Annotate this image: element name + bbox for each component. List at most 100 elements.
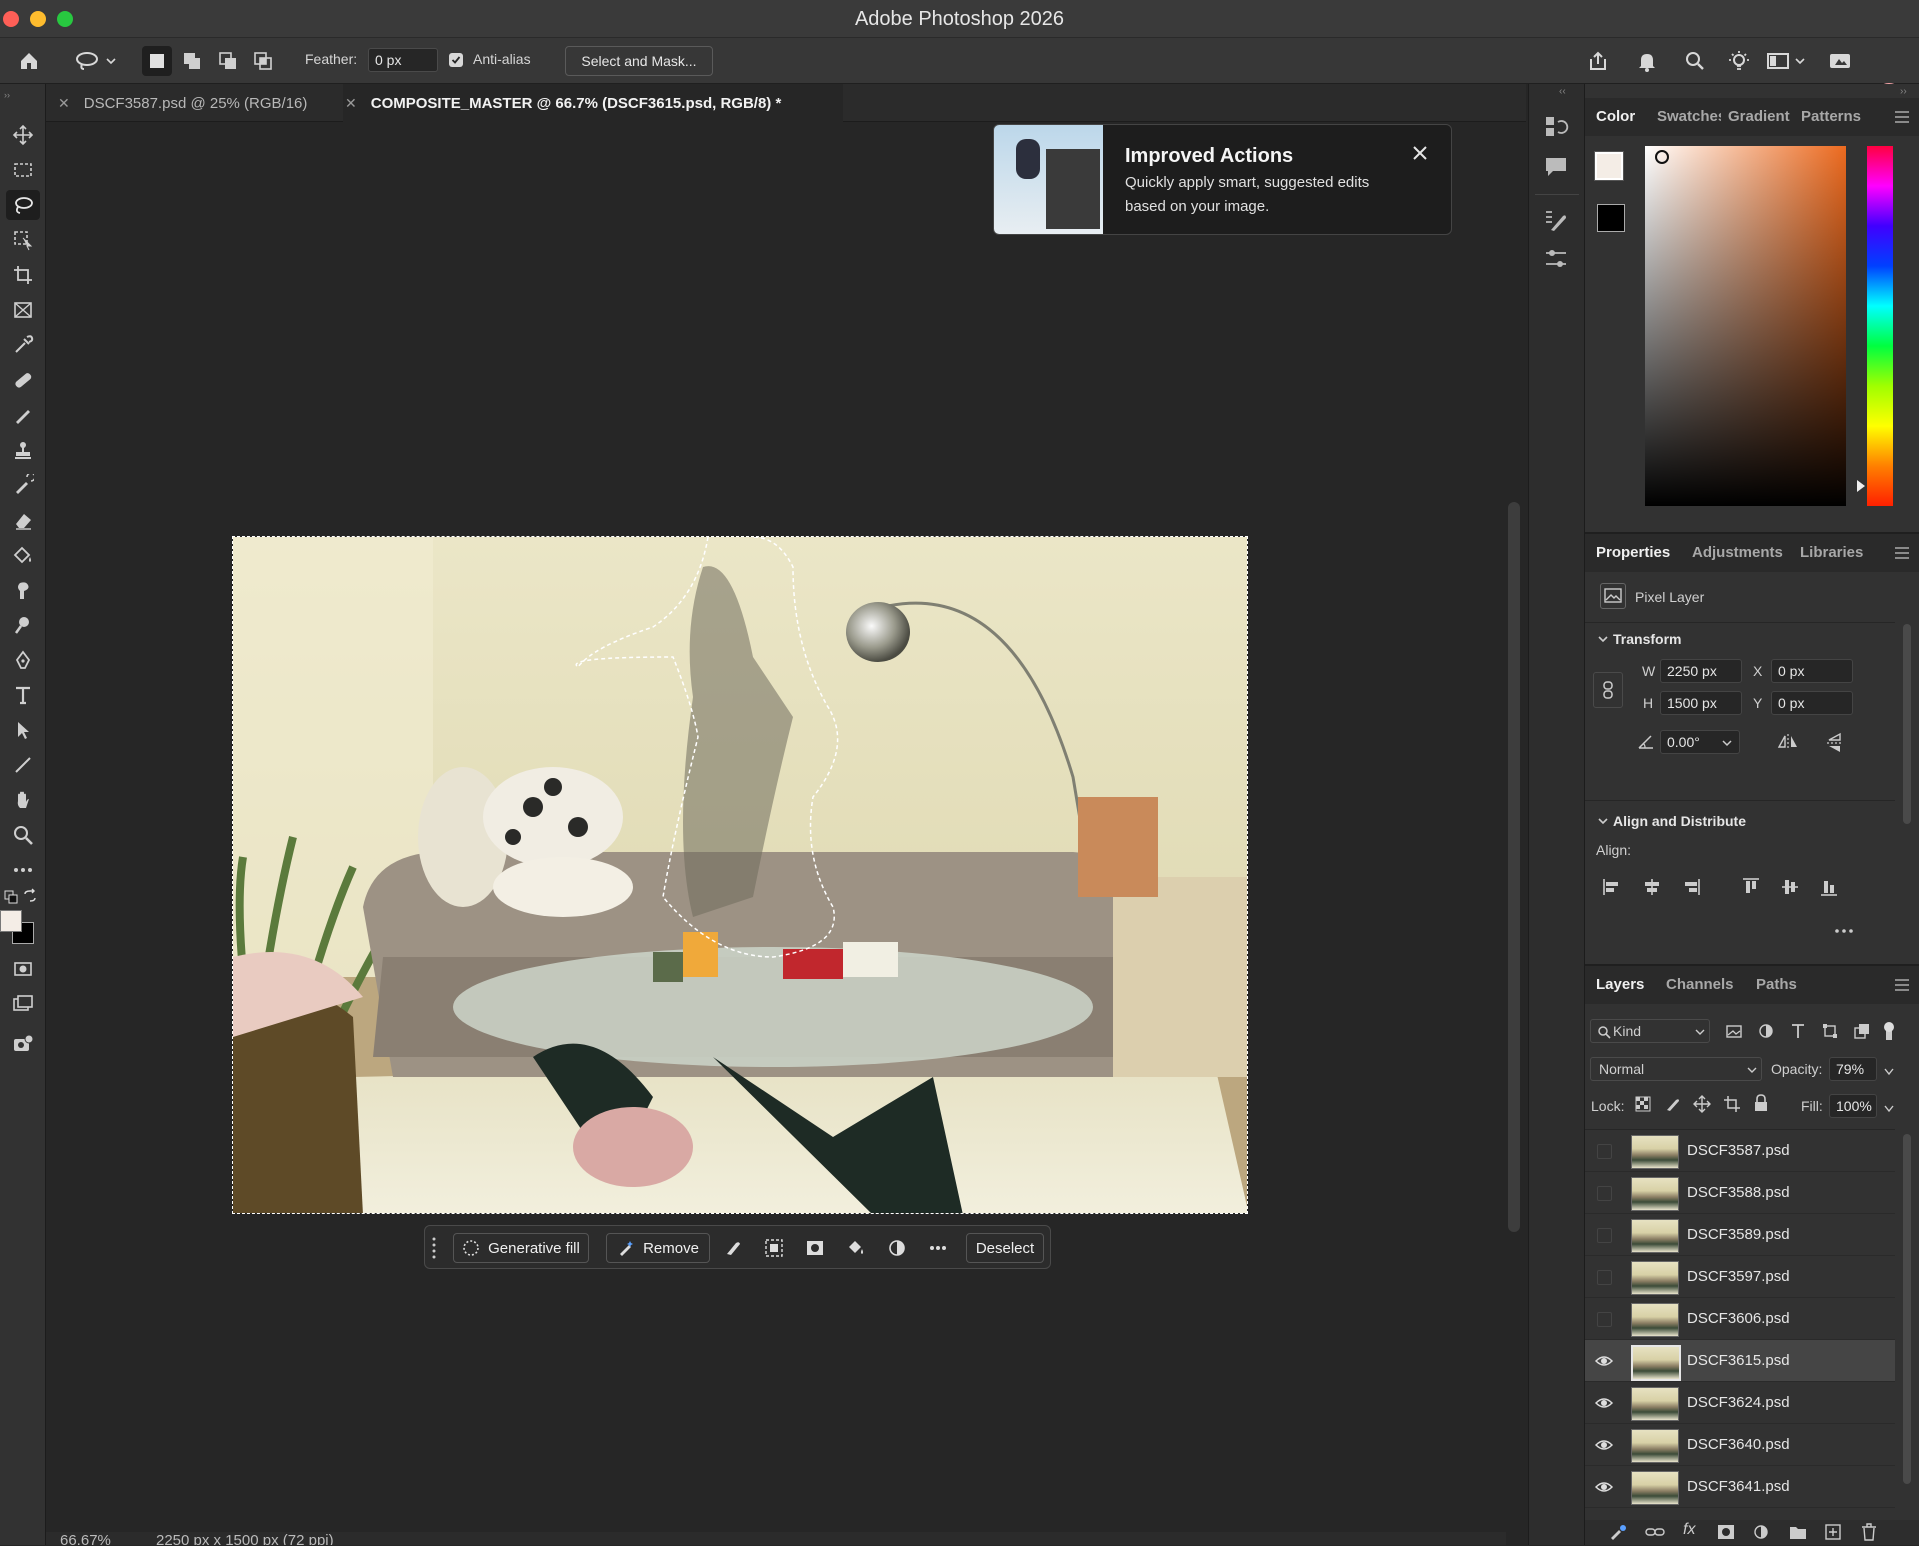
layer-visibility-toggle[interactable] bbox=[1597, 1312, 1612, 1327]
document-canvas-photo[interactable] bbox=[232, 536, 1248, 1214]
align-distribute-title[interactable]: Align and Distribute bbox=[1613, 813, 1746, 829]
layer-row[interactable]: DSCF3641.psd bbox=[1585, 1466, 1895, 1508]
tab-composite-master[interactable]: ✕ COMPOSITE_MASTER @ 66.7% (DSCF3615.psd,… bbox=[345, 84, 781, 122]
edit-toolbar-icon[interactable] bbox=[6, 1029, 40, 1059]
adjust-panel-icon[interactable] bbox=[1543, 246, 1569, 277]
layer-row[interactable]: DSCF3597.psd bbox=[1585, 1256, 1895, 1298]
x-input[interactable]: 0 px bbox=[1771, 659, 1853, 683]
eraser-tool-icon[interactable] bbox=[6, 505, 40, 535]
eyedropper-tool-icon[interactable] bbox=[6, 330, 40, 360]
layer-visibility-toggle[interactable] bbox=[1597, 1186, 1612, 1201]
align-horizontal-center-icon[interactable] bbox=[1642, 877, 1662, 902]
zoom-tool-icon[interactable] bbox=[6, 820, 40, 850]
lightbulb-icon[interactable] bbox=[1724, 46, 1754, 76]
hand-tool-icon[interactable] bbox=[6, 785, 40, 815]
more-options-icon[interactable] bbox=[923, 1233, 953, 1263]
filter-adjustment-icon[interactable] bbox=[1757, 1022, 1775, 1045]
smudge-tool-icon[interactable] bbox=[6, 575, 40, 605]
width-input[interactable]: 2250 px bbox=[1660, 659, 1742, 683]
layer-row[interactable]: DSCF3589.psd bbox=[1585, 1214, 1895, 1256]
tab-dscf3587[interactable]: ✕ DSCF3587.psd @ 25% (RGB/16) bbox=[58, 84, 307, 122]
link-dimensions-icon[interactable] bbox=[1593, 672, 1623, 708]
line-tool-icon[interactable] bbox=[6, 750, 40, 780]
crop-tool-icon[interactable] bbox=[6, 260, 40, 290]
path-selection-tool-icon[interactable] bbox=[6, 715, 40, 745]
dodge-tool-icon[interactable] bbox=[6, 610, 40, 640]
new-group-icon[interactable] bbox=[1789, 1524, 1807, 1545]
lock-transparent-pixels-icon[interactable] bbox=[1635, 1096, 1651, 1117]
close-tab-icon[interactable]: ✕ bbox=[345, 95, 357, 111]
blend-mode-dropdown[interactable]: Normal bbox=[1590, 1057, 1762, 1081]
align-vertical-center-icon[interactable] bbox=[1780, 877, 1800, 902]
opacity-chevron-icon[interactable] bbox=[1883, 1064, 1895, 1082]
brush-settings-panel-icon[interactable] bbox=[1543, 208, 1569, 239]
swap-colors-icon[interactable] bbox=[22, 888, 38, 904]
adjustment-layer-icon[interactable] bbox=[882, 1233, 912, 1263]
eye-icon[interactable] bbox=[1595, 1394, 1613, 1412]
subtract-from-selection-icon[interactable] bbox=[213, 46, 243, 76]
lasso-tool-preset-icon[interactable] bbox=[72, 46, 120, 76]
history-panel-icon[interactable] bbox=[1543, 114, 1569, 145]
properties-scrollbar[interactable] bbox=[1903, 624, 1911, 824]
collapse-panels-icon[interactable]: ‹‹ bbox=[1559, 86, 1566, 97]
select-and-mask-button[interactable]: Select and Mask... bbox=[565, 46, 713, 76]
tab-swatches[interactable]: Swatches bbox=[1657, 98, 1721, 136]
vertical-scrollbar[interactable] bbox=[1508, 502, 1520, 1232]
align-bottom-icon[interactable] bbox=[1819, 877, 1839, 902]
lasso-tool-icon[interactable] bbox=[6, 190, 40, 220]
workspace-icon[interactable] bbox=[1764, 46, 1808, 76]
pen-tool-icon[interactable] bbox=[6, 645, 40, 675]
search-icon[interactable] bbox=[1680, 46, 1710, 76]
clone-stamp-tool-icon[interactable] bbox=[6, 435, 40, 465]
tab-layers[interactable]: Layers bbox=[1596, 966, 1644, 1004]
default-colors-icon[interactable] bbox=[4, 890, 18, 904]
bell-icon[interactable] bbox=[1632, 46, 1662, 76]
layer-row-selected[interactable]: DSCF3615.psd bbox=[1585, 1340, 1895, 1382]
panel-menu-icon[interactable] bbox=[1895, 110, 1909, 128]
paint-bucket-tool-icon[interactable] bbox=[6, 540, 40, 570]
feather-input[interactable]: 0 px bbox=[368, 48, 438, 72]
new-layer-icon[interactable] bbox=[1825, 1524, 1841, 1545]
zoom-level[interactable]: 66.67% bbox=[60, 1532, 111, 1545]
popup-close-icon[interactable] bbox=[1408, 141, 1432, 165]
eye-icon[interactable] bbox=[1595, 1436, 1613, 1454]
filter-smart-object-icon[interactable] bbox=[1853, 1022, 1871, 1045]
tab-adjustments[interactable]: Adjustments bbox=[1692, 534, 1783, 572]
transform-title[interactable]: Transform bbox=[1613, 631, 1681, 647]
tab-gradient[interactable]: Gradient bbox=[1728, 98, 1790, 136]
layers-scrollbar[interactable] bbox=[1903, 1134, 1911, 1484]
transform-chevron-icon[interactable] bbox=[1597, 632, 1609, 650]
height-input[interactable]: 1500 px bbox=[1660, 691, 1742, 715]
type-tool-icon[interactable] bbox=[6, 680, 40, 710]
filter-shape-icon[interactable] bbox=[1821, 1022, 1839, 1045]
new-adjustment-layer-icon[interactable] bbox=[1753, 1524, 1769, 1545]
object-selection-tool-icon[interactable] bbox=[6, 225, 40, 255]
flip-vertical-icon[interactable] bbox=[1825, 732, 1845, 759]
fill-chevron-icon[interactable] bbox=[1883, 1101, 1895, 1119]
antialias-checkbox[interactable] bbox=[449, 53, 463, 67]
align-chevron-icon[interactable] bbox=[1597, 814, 1609, 832]
tab-properties[interactable]: Properties bbox=[1596, 534, 1670, 572]
layer-row[interactable]: DSCF3606.psd bbox=[1585, 1298, 1895, 1340]
tab-paths[interactable]: Paths bbox=[1756, 966, 1797, 1004]
history-brush-tool-icon[interactable] bbox=[6, 470, 40, 500]
brush-tool-icon[interactable] bbox=[6, 400, 40, 430]
tab-patterns[interactable]: Patterns bbox=[1801, 98, 1861, 136]
layer-row[interactable]: DSCF3624.psd bbox=[1585, 1382, 1895, 1424]
tab-channels[interactable]: Channels bbox=[1666, 966, 1734, 1004]
foreground-color-swatch[interactable] bbox=[0, 910, 22, 932]
more-tools-icon[interactable] bbox=[6, 855, 40, 885]
generative-fill-button[interactable]: Generative fill bbox=[453, 1233, 589, 1263]
close-tab-icon[interactable]: ✕ bbox=[58, 95, 70, 111]
share-icon[interactable] bbox=[1583, 46, 1613, 76]
tab-libraries[interactable]: Libraries bbox=[1800, 534, 1863, 572]
remove-button[interactable]: Remove bbox=[606, 1233, 710, 1263]
link-layers-brush-icon[interactable] bbox=[1609, 1524, 1627, 1545]
screen-mode-icon[interactable] bbox=[6, 989, 40, 1019]
layer-row[interactable]: DSCF3640.psd bbox=[1585, 1424, 1895, 1466]
opacity-input[interactable]: 79% bbox=[1829, 1057, 1877, 1081]
discover-icon[interactable] bbox=[1825, 46, 1855, 76]
layer-visibility-toggle[interactable] bbox=[1597, 1144, 1612, 1159]
mask-icon[interactable] bbox=[800, 1233, 830, 1263]
hue-slider-handle[interactable] bbox=[1857, 479, 1867, 497]
